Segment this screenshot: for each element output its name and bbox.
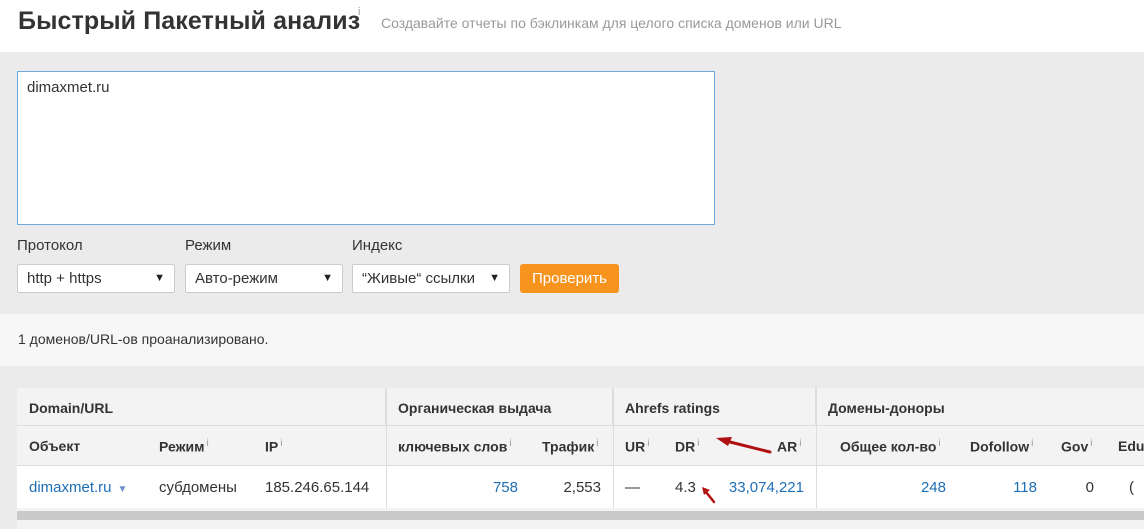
protocol-value: http + https	[27, 270, 102, 287]
col-keywords-label: ключевых слов	[398, 438, 508, 455]
column-divider	[613, 388, 614, 508]
table-column-header: Объект Режим i IP i ключевых слов i Трафик i…	[17, 426, 1144, 466]
table-row: dimaxmet.ru ▼ субдомены 185.246.65.144 75…	[17, 466, 1144, 508]
col-dr-label: DR	[675, 438, 696, 455]
group-ahrefs-ratings: Ahrefs ratings	[613, 388, 816, 426]
column-divider	[386, 388, 387, 508]
col-edu[interactable]: Edu	[1106, 426, 1144, 466]
index-select[interactable]: “Живые“ ссылки ▼	[352, 264, 510, 293]
col-traffic-label: Трафик	[542, 438, 595, 455]
col-mode[interactable]: Режим i	[147, 426, 221, 466]
col-ar-label: AR	[777, 438, 798, 455]
cell-edu: (	[1129, 479, 1134, 496]
batch-form: dimaxmet.ru Протокол http + https ▼ Режи…	[0, 52, 1144, 314]
col-dofollow[interactable]: Dofollow i	[958, 426, 1045, 466]
cell-ar[interactable]: 33,074,221	[707, 466, 816, 508]
col-traffic[interactable]: Трафик i	[530, 426, 610, 466]
info-icon[interactable]: i	[799, 438, 801, 449]
horizontal-scrollbar[interactable]	[17, 511, 1144, 520]
cell-ur: —	[625, 479, 640, 496]
col-edu-label: Edu	[1118, 438, 1144, 454]
col-gov[interactable]: Gov i	[1049, 426, 1104, 466]
cell-dofollow[interactable]: 118	[958, 466, 1049, 508]
col-total[interactable]: Общее кол-во i	[828, 426, 953, 466]
info-icon[interactable]: i	[1090, 438, 1092, 449]
info-icon[interactable]: i	[509, 438, 511, 449]
chevron-down-icon: ▼	[489, 272, 500, 284]
mode-value: Авто-режим	[195, 270, 278, 287]
check-button[interactable]: Проверить	[520, 264, 619, 293]
targets-textarea[interactable]: dimaxmet.ru	[17, 71, 715, 225]
col-object-label: Объект	[29, 438, 81, 454]
col-ip[interactable]: IP i	[253, 426, 294, 466]
cell-ip: 185.246.65.144	[265, 479, 370, 496]
info-icon[interactable]: i	[938, 438, 940, 449]
title-info-icon[interactable]: i	[358, 6, 360, 18]
protocol-select[interactable]: http + https ▼	[17, 264, 175, 293]
mode-label: Режим	[185, 237, 232, 254]
col-ip-label: IP	[265, 438, 279, 455]
col-total-label: Общее кол-во	[840, 438, 937, 455]
cell-gov: 0	[1085, 479, 1094, 496]
index-label: Индекс	[352, 237, 403, 254]
info-icon[interactable]: i	[596, 438, 598, 449]
page-title: Быстрый Пакетный анализ	[18, 7, 361, 35]
col-dr[interactable]: DR i	[663, 426, 711, 466]
info-icon[interactable]: i	[647, 438, 649, 449]
table-group-header: Domain/URL Органическая выдача Ahrefs ra…	[17, 388, 1144, 426]
index-value: “Живые“ ссылки	[362, 270, 475, 287]
chevron-down-icon: ▼	[322, 272, 333, 284]
group-organic: Органическая выдача	[386, 388, 613, 426]
status-text: 1 доменов/URL-ов проанализировано.	[18, 331, 269, 347]
status-bar: 1 доменов/URL-ов проанализировано.	[0, 314, 1144, 366]
group-referring-domains: Домены-доноры	[828, 400, 945, 416]
info-icon[interactable]: i	[206, 438, 208, 449]
group-domain-url: Domain/URL	[17, 388, 386, 426]
col-mode-label: Режим	[159, 438, 205, 455]
col-object[interactable]: Объект	[17, 426, 92, 466]
results-table: Domain/URL Органическая выдача Ahrefs ra…	[17, 388, 1144, 529]
info-icon[interactable]: i	[1031, 438, 1033, 449]
col-keywords[interactable]: ключевых слов i	[386, 426, 524, 466]
page-subtitle: Создавайте отчеты по бэклинкам для целог…	[381, 15, 842, 31]
info-icon[interactable]: i	[697, 438, 699, 449]
col-ar[interactable]: AR i	[765, 426, 813, 466]
domain-link[interactable]: dimaxmet.ru	[29, 479, 112, 496]
cell-dr: 4.3	[675, 479, 696, 496]
page-header: Быстрый Пакетный анализ i Создавайте отч…	[0, 0, 1144, 52]
cell-mode: субдомены	[159, 479, 237, 496]
col-dofollow-label: Dofollow	[970, 438, 1030, 455]
chevron-down-icon: ▼	[154, 272, 165, 284]
chevron-down-icon[interactable]: ▼	[118, 484, 128, 495]
column-divider	[816, 388, 817, 508]
protocol-label: Протокол	[17, 237, 83, 254]
cell-traffic: 2,553	[563, 479, 601, 496]
cell-total[interactable]: 248	[828, 466, 958, 508]
cell-keywords[interactable]: 758	[386, 466, 530, 508]
cell-object[interactable]: dimaxmet.ru ▼	[17, 466, 139, 508]
col-gov-label: Gov	[1061, 438, 1089, 455]
col-ur-label: UR	[625, 438, 646, 455]
info-icon[interactable]: i	[280, 438, 282, 449]
col-ur[interactable]: UR i	[613, 426, 661, 466]
mode-select[interactable]: Авто-режим ▼	[185, 264, 343, 293]
